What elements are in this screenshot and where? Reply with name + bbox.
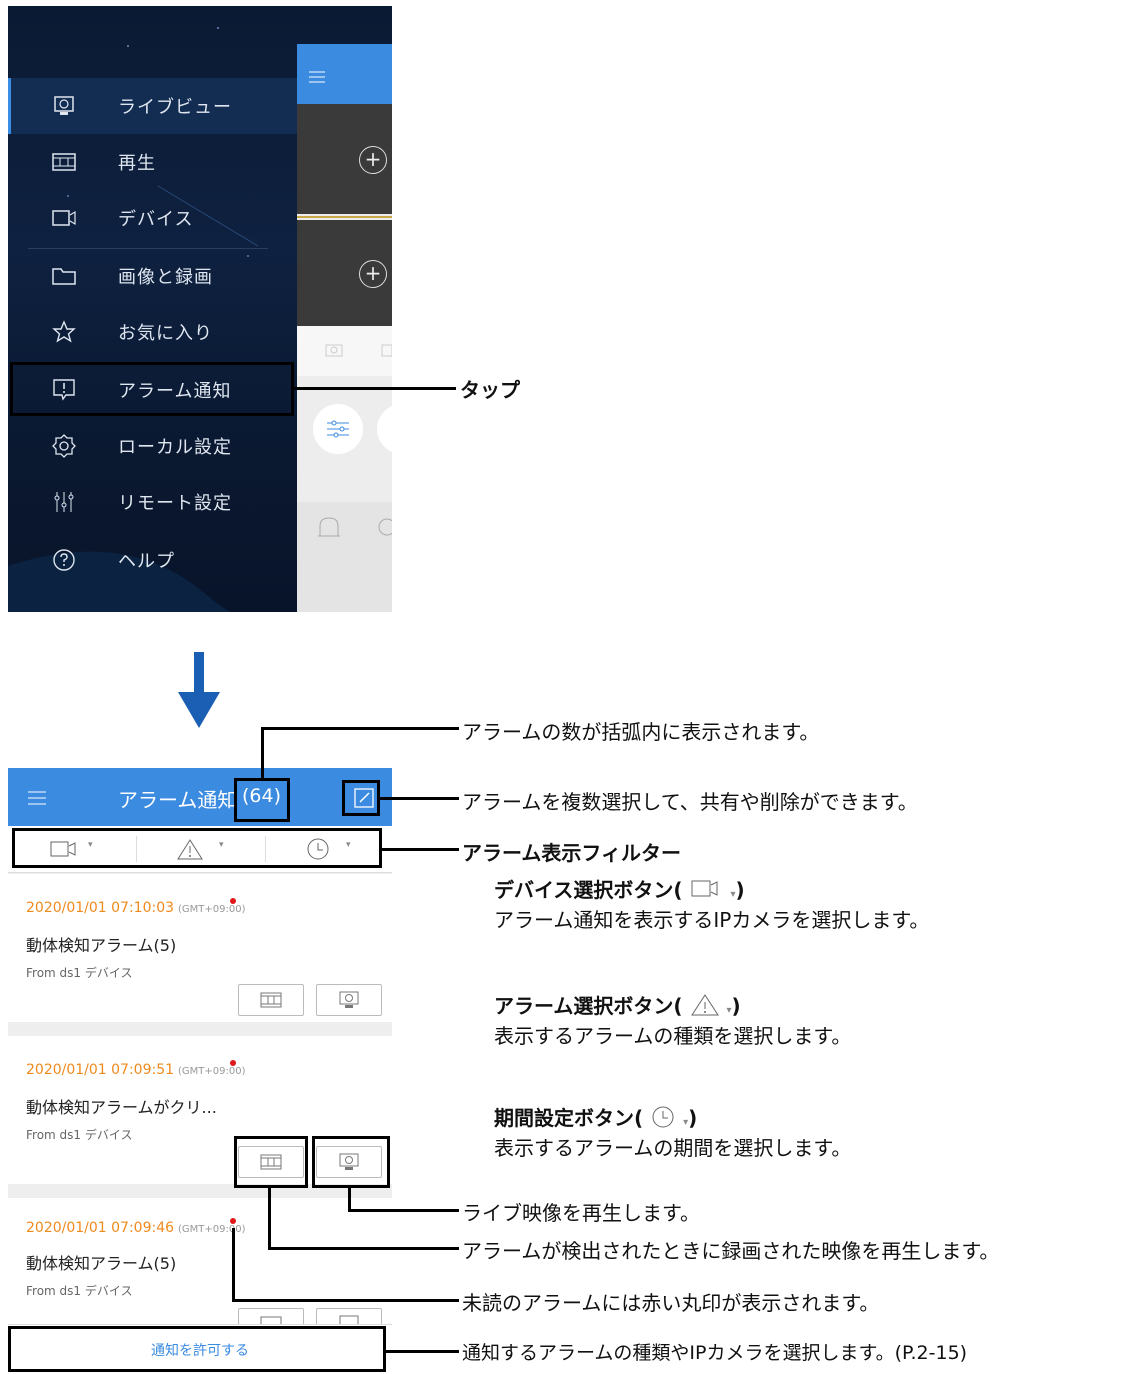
menu-item-live-view[interactable]: ライブビュー [8, 78, 304, 134]
live-view-header [297, 44, 392, 104]
tap-label: タップ [460, 378, 520, 402]
menu-item-playback[interactable]: 再生 [8, 134, 304, 190]
callout-line [380, 797, 459, 800]
menu-screenshot: ライブビュー 再生 デバイス 画像と録画 お気に入り アラーム通知 ローカル設定… [8, 6, 392, 612]
period-filter-title: 期間設定ボタン( ▾) [494, 1106, 698, 1130]
monitor-icon [339, 991, 359, 1008]
alarm-title: 動体検知アラームがクリ... [26, 1098, 217, 1117]
alarm-card[interactable]: 2020/01/01 07:10:03 (GMT+09:00) 動体検知アラーム(… [8, 874, 392, 1022]
arrow-down-icon [178, 652, 220, 728]
warning-icon [690, 994, 719, 1016]
highlight-alarm-count [234, 778, 290, 822]
add-icon[interactable]: + [359, 146, 387, 174]
menu-icon[interactable] [309, 68, 325, 87]
callout-line [232, 1299, 459, 1302]
record-icon[interactable] [381, 342, 392, 361]
menu-item-label: ライブビュー [118, 97, 232, 118]
alarm-source: From ds1 デバイス [26, 966, 133, 980]
playback-note: アラームが検出されたときに録画された映像を再生します。 [462, 1239, 1000, 1263]
alarm-time: 2020/01/01 07:10:03 (GMT+09:00) [26, 900, 246, 916]
alarm-title: 動体検知アラーム(5) [26, 1254, 177, 1273]
menu-item-local-settings[interactable]: ローカル設定 [8, 418, 304, 474]
bottom-toolbar [297, 502, 392, 612]
unread-dot [230, 1218, 236, 1224]
gear-icon [52, 434, 76, 458]
unread-dot [230, 898, 236, 904]
menu-item-label: 再生 [118, 153, 156, 174]
menu-item-help[interactable]: ヘルプ [8, 532, 304, 588]
alarm-time: 2020/01/01 07:09:51 (GMT+09:00) [26, 1062, 246, 1078]
menu-item-label: ヘルプ [118, 551, 175, 572]
alarm-title: 動体検知アラーム(5) [26, 936, 177, 955]
snapshot-icon[interactable] [325, 342, 343, 361]
callout-line [386, 1350, 459, 1353]
toolbar-strip [297, 326, 392, 376]
device-filter-title: デバイス選択ボタン( ▾) [494, 878, 745, 902]
menu-item-label: リモート設定 [118, 493, 232, 514]
count-note: アラームの数が括弧内に表示されます。 [462, 720, 820, 744]
adjust-button[interactable] [313, 404, 363, 454]
ptz-icon[interactable] [375, 516, 392, 542]
alarm-header: アラーム通知 (64) [8, 768, 392, 826]
highlight-filter-bar [12, 828, 382, 868]
unread-note: 未読のアラームには赤い丸印が表示されます。 [462, 1291, 880, 1315]
add-icon[interactable]: + [359, 260, 387, 288]
callout-line [348, 1209, 459, 1212]
folder-icon [52, 264, 76, 288]
highlight-live-button [312, 1136, 390, 1188]
window-divider [297, 216, 392, 218]
playback-button[interactable] [238, 984, 304, 1016]
device-filter-desc: アラーム通知を表示するIPカメラを選択します。 [494, 908, 930, 932]
allow-note: 通知するアラームの種類やIPカメラを選択します。(P.2-15) [462, 1342, 968, 1364]
callout-line [268, 1247, 459, 1250]
alarm-source: From ds1 デバイス [26, 1128, 133, 1142]
sliders-icon [52, 490, 76, 514]
camera-icon [691, 880, 718, 897]
menu-item-label: 画像と録画 [118, 267, 213, 288]
live-note: ライブ映像を再生します。 [462, 1201, 700, 1225]
live-view-panel-peek: + + [297, 44, 392, 612]
menu-item-label: ローカル設定 [118, 437, 232, 458]
highlight-playback-button [234, 1136, 308, 1188]
alarm-filter-desc: 表示するアラームの種類を選択します。 [494, 1024, 852, 1048]
alarm-source: From ds1 デバイス [26, 1284, 133, 1298]
callout-line [261, 727, 264, 779]
callout-line [232, 1228, 235, 1302]
film-icon [260, 992, 282, 1008]
live-view-window-1[interactable]: + [297, 104, 392, 214]
clock-icon [652, 1106, 674, 1128]
unread-dot [230, 1060, 236, 1066]
alarm-light-icon[interactable] [317, 516, 341, 542]
adjust-icon [327, 420, 349, 438]
page-title: アラーム通知 [118, 788, 238, 812]
film-icon [52, 150, 76, 174]
menu-item-device[interactable]: デバイス [8, 190, 304, 246]
menu-item-remote-settings[interactable]: リモート設定 [8, 474, 304, 530]
highlight-allow-button [8, 1326, 386, 1372]
monitor-icon [52, 94, 76, 118]
callout-line [294, 387, 456, 390]
highlight-alarm-menu [10, 362, 294, 416]
callout-line [261, 727, 459, 730]
edit-note: アラームを複数選択して、共有や削除ができます。 [462, 790, 918, 814]
menu-item-pictures-videos[interactable]: 画像と録画 [8, 248, 304, 304]
callout-line [268, 1188, 271, 1250]
camera-icon [52, 206, 76, 230]
alarm-filter-title: アラーム選択ボタン( ▾) [494, 994, 741, 1018]
menu-item-favorites[interactable]: お気に入り [8, 304, 304, 360]
star-icon [52, 320, 76, 344]
highlight-edit-button [342, 780, 380, 816]
control-area [297, 376, 392, 502]
live-view-window-2[interactable]: + [297, 220, 392, 326]
menu-item-label: お気に入り [118, 323, 213, 344]
callout-line [382, 848, 459, 851]
help-icon [52, 548, 76, 572]
menu-icon[interactable] [28, 790, 46, 809]
live-view-button[interactable] [316, 984, 382, 1016]
ptz-button[interactable] [377, 404, 392, 454]
menu-item-label: デバイス [118, 209, 194, 230]
period-filter-desc: 表示するアラームの期間を選択します。 [494, 1136, 852, 1160]
filter-title: アラーム表示フィルター [462, 841, 681, 865]
alarm-time: 2020/01/01 07:09:46 (GMT+09:00) [26, 1220, 246, 1236]
